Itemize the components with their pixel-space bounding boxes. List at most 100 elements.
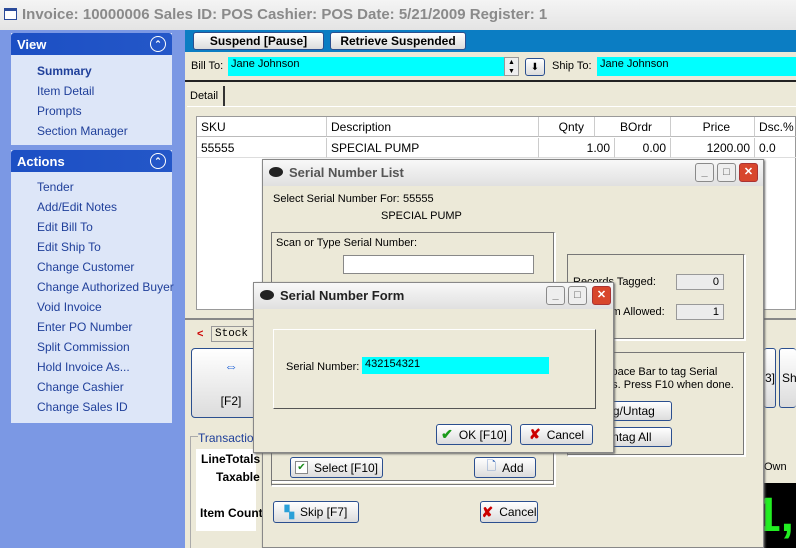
- select-button[interactable]: ✔ Select [F10]: [290, 457, 383, 478]
- window-icon: [4, 8, 17, 20]
- sidebar-item-section-manager[interactable]: Section Manager: [11, 121, 172, 141]
- cancel-label: Cancel: [546, 427, 585, 442]
- records-tagged-value: 0: [676, 274, 724, 290]
- ok-label: OK [F10]: [458, 427, 507, 442]
- ok-button[interactable]: ✔ OK [F10]: [436, 424, 512, 445]
- select-for-sku: 55555: [403, 193, 434, 205]
- maximize-icon[interactable]: □: [568, 286, 587, 305]
- action-split-commission[interactable]: Split Commission: [11, 337, 172, 357]
- scan-label: Scan or Type Serial Number:: [276, 237, 418, 249]
- column-header-sku[interactable]: SKU: [197, 117, 327, 137]
- bill-to-label: Bill To:: [191, 60, 224, 72]
- line-totals-label: LineTotals: [201, 452, 261, 466]
- serial-number-label: Serial Number:: [286, 361, 360, 373]
- serial-number-form-dialog: Serial Number Form _ □ ✕ Serial Number: …: [253, 282, 614, 453]
- sidebar-item-item-detail[interactable]: Item Detail: [11, 81, 172, 101]
- shortcut-button[interactable]: 3]: [764, 348, 776, 408]
- action-tender[interactable]: Tender: [11, 177, 172, 197]
- minimize-icon[interactable]: _: [695, 163, 714, 182]
- ship-to-field[interactable]: Jane Johnson: [597, 57, 796, 76]
- collapse-icon[interactable]: ⌃: [150, 36, 166, 52]
- dropdown-icon[interactable]: ⬇: [525, 58, 545, 76]
- tab-detail[interactable]: Detail: [187, 86, 225, 106]
- view-panel: View ⌃ Summary Item Detail Prompts Sectio…: [11, 33, 172, 145]
- cell-price: 1200.00: [671, 138, 755, 158]
- select-for-description: SPECIAL PUMP: [381, 210, 462, 222]
- column-header-dsc[interactable]: Dsc.%: [755, 117, 796, 137]
- app-logo-icon: [269, 167, 283, 177]
- actions-title: Actions: [17, 154, 65, 169]
- spinner-icon[interactable]: ▲ ▼: [504, 57, 519, 76]
- action-change-cashier[interactable]: Change Cashier: [11, 377, 172, 397]
- actions-panel-header[interactable]: Actions ⌃: [11, 150, 172, 172]
- sidebar-item-summary[interactable]: Summary: [11, 61, 172, 81]
- cancel-label: Cancel: [499, 505, 537, 519]
- dialog-title-bar[interactable]: Serial Number Form _ □ ✕: [254, 283, 613, 309]
- sidebar: View ⌃ Summary Item Detail Prompts Sectio…: [0, 30, 185, 548]
- sidebar-item-prompts[interactable]: Prompts: [11, 101, 172, 121]
- shortcut-label: 3]: [764, 371, 775, 385]
- item-count-label: Item Count: [200, 506, 263, 520]
- column-header-bordr[interactable]: BOrdr: [595, 117, 671, 137]
- column-header-description[interactable]: Description: [327, 117, 539, 137]
- cancel-button[interactable]: ✘ Cancel: [520, 424, 593, 445]
- action-edit-bill-to[interactable]: Edit Bill To: [11, 217, 172, 237]
- view-title: View: [17, 37, 47, 52]
- action-void-invoice[interactable]: Void Invoice: [11, 297, 172, 317]
- title-bar: Invoice: 10000006 Sales ID: POS Cashier:…: [0, 0, 796, 30]
- select-for-label: Select Serial Number For:: [273, 193, 400, 205]
- checkmark-icon: ✔: [441, 426, 453, 442]
- close-icon[interactable]: ✕: [739, 163, 758, 182]
- skip-button[interactable]: ▚ Skip [F7]: [273, 501, 359, 523]
- action-change-sales-id[interactable]: Change Sales ID: [11, 397, 172, 417]
- scroll-left-icon[interactable]: <: [197, 328, 203, 340]
- collapse-icon[interactable]: ⌃: [150, 153, 166, 169]
- max-allowed-value: 1: [676, 304, 724, 320]
- divider: [187, 106, 796, 107]
- x-icon: ✘: [481, 503, 494, 520]
- dialog-title-bar[interactable]: Serial Number List _ □ ✕: [263, 160, 763, 186]
- swap-arrows-icon: ⇔: [224, 358, 238, 374]
- skip-icon: ▚: [284, 505, 294, 519]
- ship-to-label: Ship To:: [552, 60, 592, 72]
- new-document-icon: 🗋: [486, 459, 497, 473]
- serial-number-input[interactable]: 432154321: [362, 357, 549, 374]
- action-edit-ship-to[interactable]: Edit Ship To: [11, 237, 172, 257]
- cell-dsc: 0.0: [755, 138, 796, 158]
- skip-label: Skip [F7]: [299, 505, 348, 519]
- action-change-customer[interactable]: Change Customer: [11, 257, 172, 277]
- view-panel-header[interactable]: View ⌃: [11, 33, 172, 55]
- action-hold-invoice-as[interactable]: Hold Invoice As...: [11, 357, 172, 377]
- dialog-title: Serial Number Form: [280, 288, 405, 303]
- close-icon[interactable]: ✕: [592, 286, 611, 305]
- window-title: Invoice: 10000006 Sales ID: POS Cashier:…: [22, 6, 548, 23]
- dialog-title: Serial Number List: [289, 165, 404, 180]
- action-add-edit-notes[interactable]: Add/Edit Notes: [11, 197, 172, 217]
- add-label: Add: [502, 460, 524, 475]
- actions-panel: Actions ⌃ Tender Add/Edit Notes Edit Bill…: [11, 150, 174, 423]
- column-header-qnty[interactable]: Qnty: [539, 117, 595, 137]
- column-header-price[interactable]: Price: [671, 117, 755, 137]
- divider: [185, 80, 796, 82]
- suspend-button[interactable]: Suspend [Pause]: [193, 32, 324, 50]
- action-change-authorized-buyer[interactable]: Change Authorized Buyer: [11, 277, 174, 297]
- cell-qnty: 1.00: [539, 138, 615, 158]
- add-button[interactable]: 🗋 Add: [474, 457, 536, 478]
- show-button[interactable]: Sho: [779, 348, 796, 408]
- show-label: Sho: [782, 371, 796, 385]
- f2-label: [F2]: [220, 394, 242, 408]
- select-label: Select [F10]: [313, 460, 379, 475]
- cell-sku: 55555: [197, 138, 327, 158]
- cell-description: SPECIAL PUMP: [327, 138, 539, 158]
- cancel-button[interactable]: ✘ Cancel: [480, 501, 538, 523]
- own-label: Own: [764, 461, 787, 473]
- scan-input[interactable]: [343, 255, 534, 274]
- action-enter-po-number[interactable]: Enter PO Number: [11, 317, 172, 337]
- retrieve-suspended-button[interactable]: Retrieve Suspended: [330, 32, 466, 50]
- checkbox-icon: ✔: [294, 461, 308, 474]
- maximize-icon[interactable]: □: [717, 163, 736, 182]
- transaction-label: Transaction: [198, 431, 261, 445]
- minimize-icon[interactable]: _: [546, 286, 565, 305]
- cell-bordr: 0.00: [615, 138, 671, 158]
- bill-to-field[interactable]: Jane Johnson: [228, 57, 504, 76]
